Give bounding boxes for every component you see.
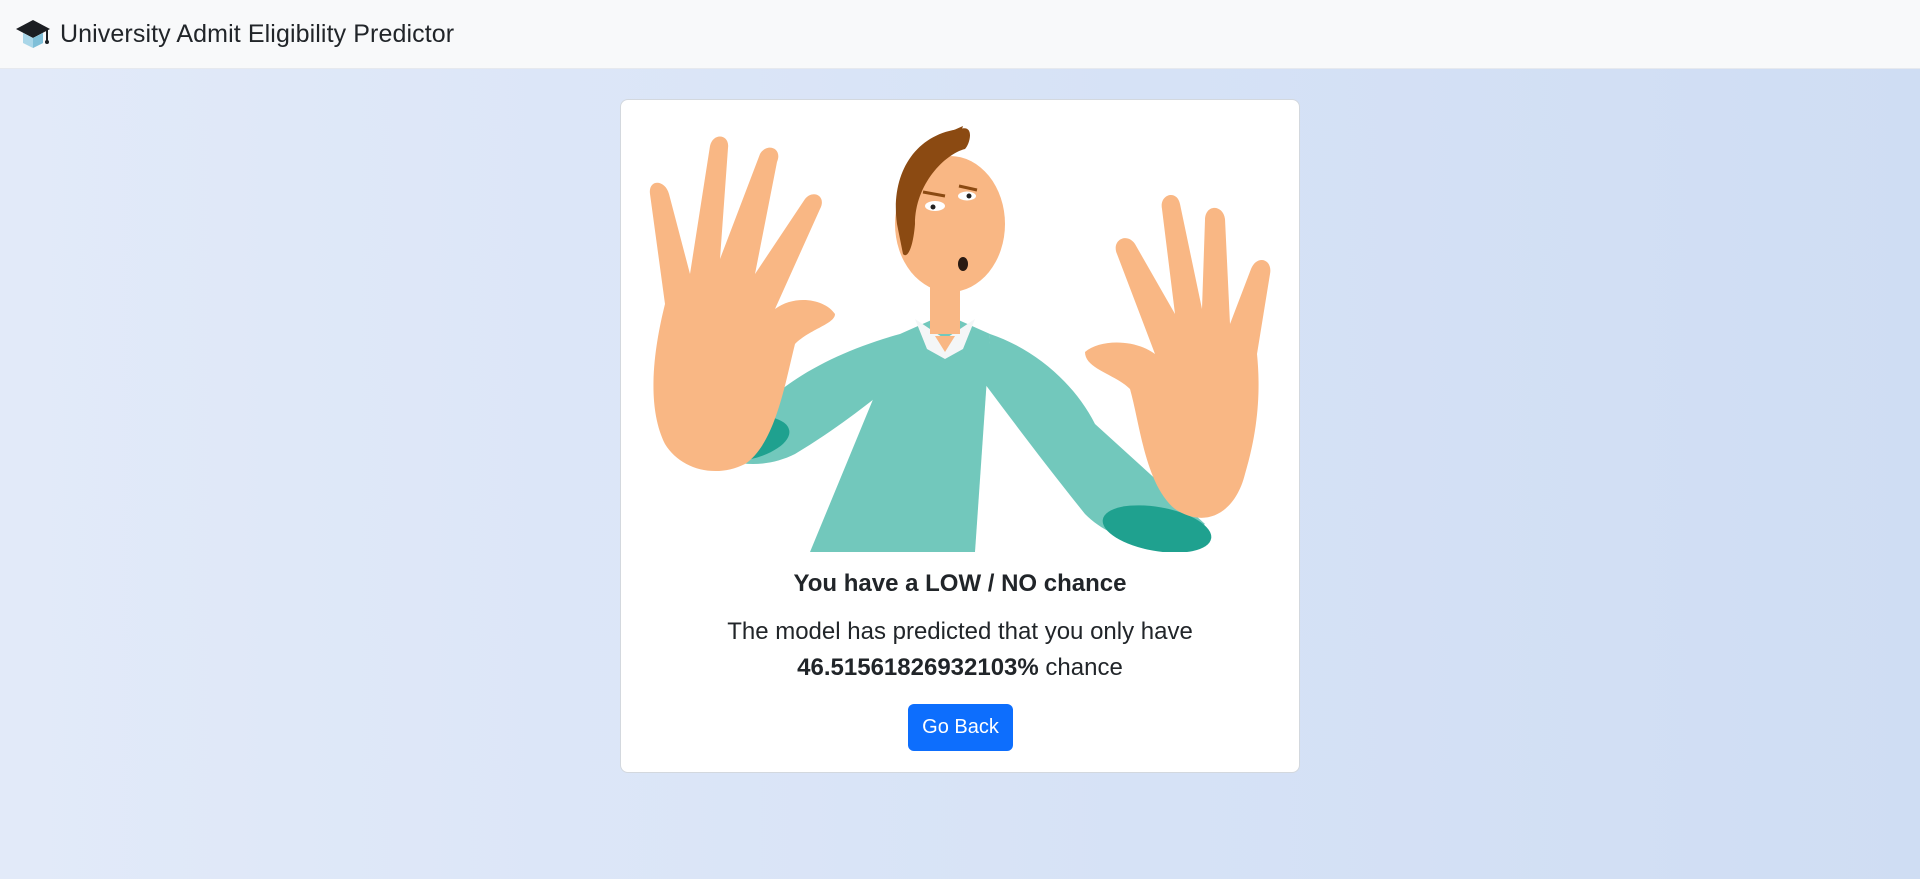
stop-hands-illustration xyxy=(645,124,1277,553)
go-back-button[interactable]: Go Back xyxy=(908,704,1013,751)
result-heading: You have a LOW / NO chance xyxy=(793,570,1127,597)
prediction-suffix: chance xyxy=(1038,654,1123,681)
prediction-value-line: 46.51561826932103% chance xyxy=(621,654,1299,682)
prediction-percentage: 46.51561826932103% xyxy=(797,654,1039,681)
prediction-message: The model has predicted that you only ha… xyxy=(727,618,1193,645)
top-navbar: University Admit Eligibility Predictor xyxy=(0,0,1920,69)
result-card: You have a LOW / NO chance The model has… xyxy=(620,99,1300,773)
app-title[interactable]: University Admit Eligibility Predictor xyxy=(60,20,454,49)
graduation-cap-icon[interactable] xyxy=(14,17,52,51)
